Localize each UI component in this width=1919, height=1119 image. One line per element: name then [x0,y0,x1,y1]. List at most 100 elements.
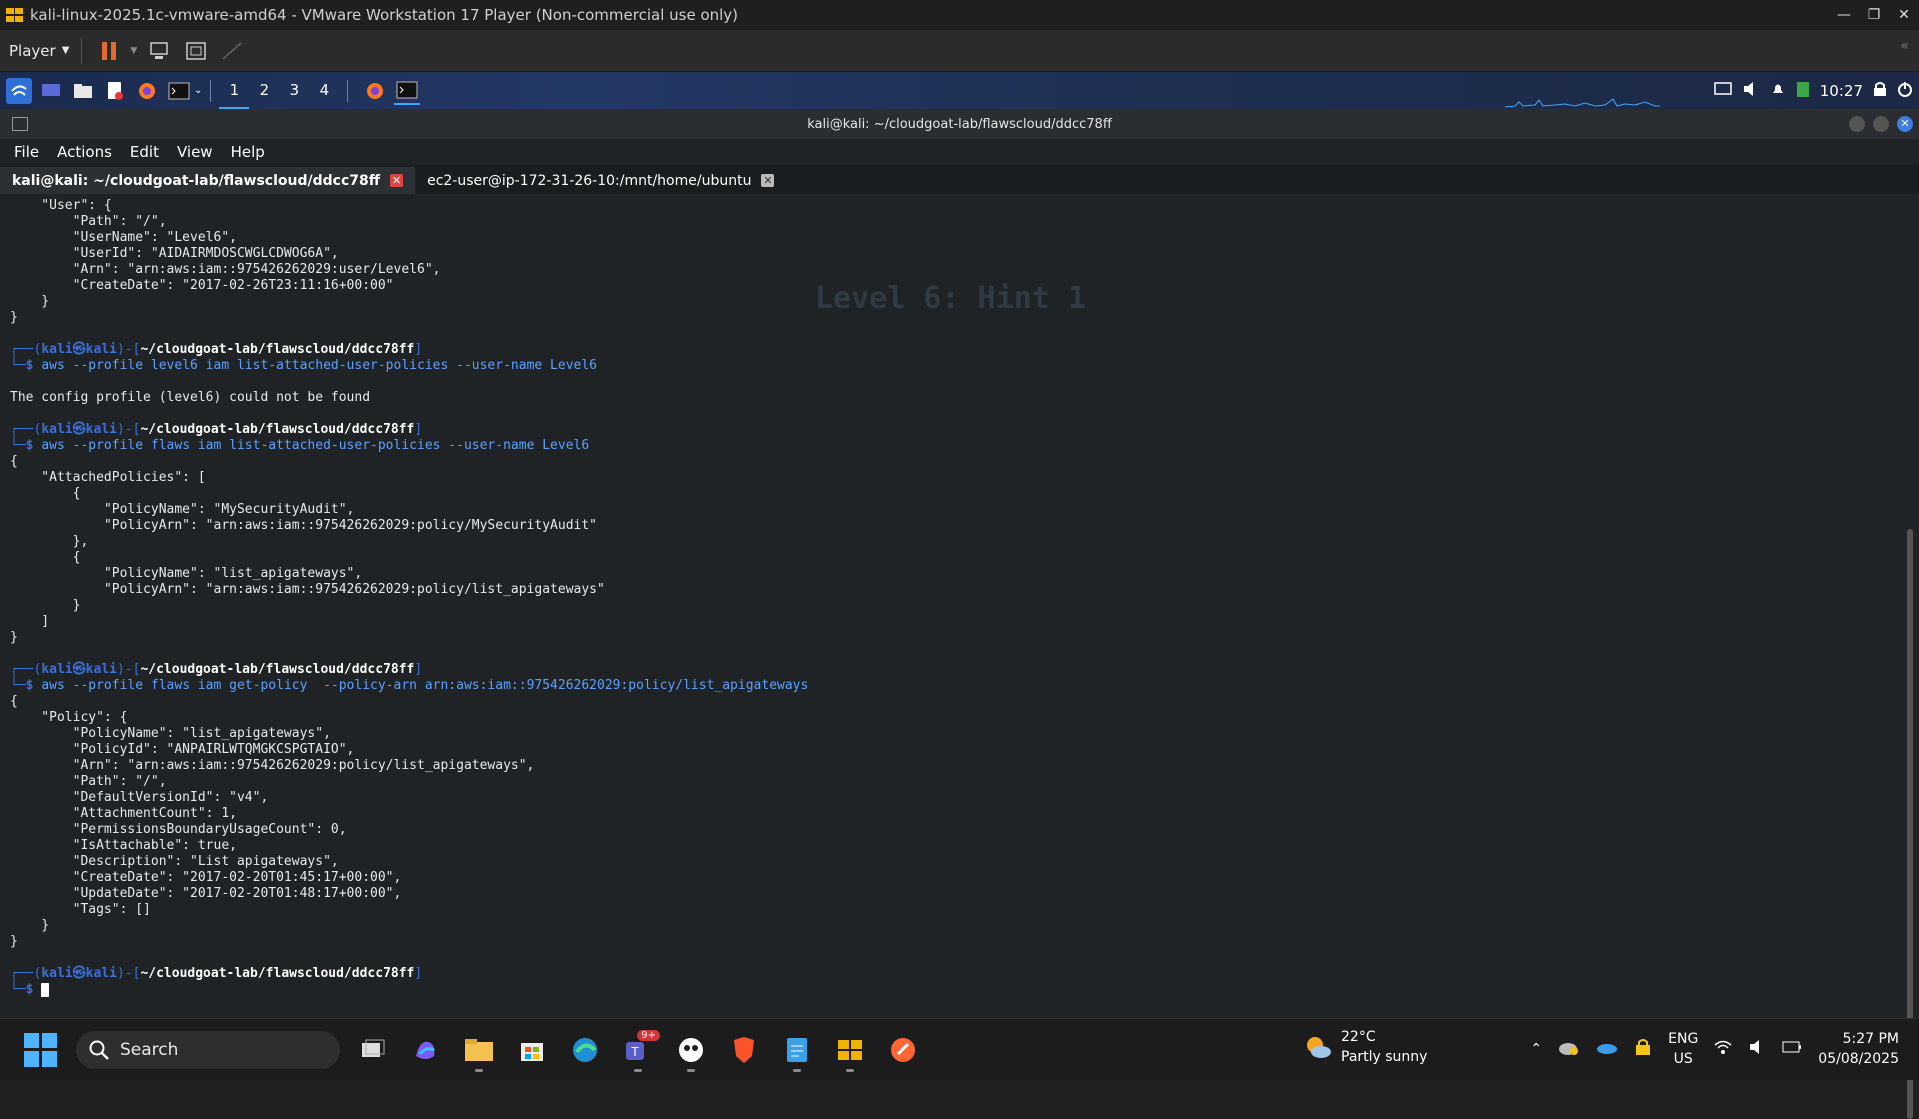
close-button[interactable]: ✕ [1889,0,1919,30]
output-line: "AttachmentCount": 1, [10,806,237,821]
taskbar-clock[interactable]: 5:27 PM 05/08/2025 [1818,1029,1899,1069]
tab-label: ec2-user@ip-172-31-26-10:/mnt/home/ubunt… [427,172,752,189]
close-button[interactable]: ✕ [1897,116,1913,132]
workspace-2[interactable]: 2 [249,72,279,109]
text-editor-icon[interactable] [102,78,128,104]
menu-help[interactable]: Help [231,143,265,161]
terminal-icon[interactable] [166,78,192,104]
player-label: Player [9,41,56,60]
output-line: } [10,934,18,949]
display-icon[interactable] [1714,81,1732,101]
kali-menu-icon[interactable] [6,77,32,104]
player-menu-button[interactable]: Player ▼ [9,42,69,60]
output-line: "Path": "/", [10,214,167,229]
start-button[interactable] [24,1032,58,1067]
close-tab-icon[interactable]: ✕ [390,174,404,187]
terminal-window-icon[interactable] [394,77,421,105]
workspace-3[interactable]: 3 [279,72,309,109]
notepad-icon[interactable] [777,1030,817,1072]
firefox-icon[interactable] [134,78,160,104]
weather-temp: 22°C [1341,1029,1376,1045]
prompt: ┌──(kali㉿kali)-[~/cloudgoat-lab/flawsclo… [10,966,423,981]
chevron-down-icon[interactable]: ⌄ [194,85,202,96]
panel-clock[interactable]: 10:27 [1820,82,1863,100]
output-line: "AttachedPolicies": [ [10,470,206,485]
notification-icon[interactable] [1770,81,1786,101]
chevron-down-icon[interactable]: ▼ [130,46,137,56]
collapse-toolbar-icon[interactable]: « [1900,38,1909,54]
terminal-app-icon [12,117,28,131]
microsoft-store-icon[interactable] [512,1030,552,1070]
unity-icon[interactable] [217,36,247,66]
output-line: "IsAttachable": true, [10,838,237,853]
output-line: { [10,454,18,469]
output-line: "PermissionsBoundaryUsageCount": 0, [10,822,347,837]
tab-kali[interactable]: kali@kali: ~/cloudgoat-lab/flawscloud/dd… [0,167,416,194]
command-line: aws --profile flaws iam get-policy --pol… [41,678,809,693]
weather-widget[interactable]: 22°C Partly sunny [1303,1027,1427,1067]
chevron-up-icon[interactable]: ⌃ [1530,1041,1542,1057]
prompt: ┌──(kali㉿kali)-[~/cloudgoat-lab/flawsclo… [10,662,423,677]
copilot-icon[interactable] [406,1030,446,1070]
fullscreen-icon[interactable] [181,36,211,66]
tab-bar: kali@kali: ~/cloudgoat-lab/flawscloud/dd… [0,165,1919,194]
chevron-down-icon: ▼ [61,45,70,56]
output-line: "UserName": "Level6", [10,230,237,245]
send-ctrl-alt-del-icon[interactable] [145,36,175,66]
pause-icon[interactable] [94,36,124,66]
menu-file[interactable]: File [14,143,39,161]
search-box[interactable]: Search [76,1030,340,1069]
file-manager-icon[interactable] [70,78,96,104]
cpu-graph [1505,98,1660,108]
desktop-icon[interactable] [38,78,64,104]
vmware-toolbar: Player ▼ ▼ « [0,30,1919,72]
command-line: aws --profile flaws iam list-attached-us… [41,438,590,453]
weather-desc: Partly sunny [1341,1049,1428,1065]
output-line: "Description": "List apigateways", [10,854,339,869]
output-line: "UserId": "AIDAIRMDOSCWGLCDWOG6A", [10,246,339,261]
security-icon[interactable] [1634,1038,1652,1060]
output-line: { [10,550,81,565]
prompt: ┌──(kali㉿kali)-[~/cloudgoat-lab/flawsclo… [10,422,423,437]
battery-icon[interactable] [1782,1040,1802,1058]
output-line: "Policy": { [10,710,128,725]
terminal-output[interactable]: "User": { "Path": "/", "UserName": "Leve… [10,198,1890,1018]
onedrive-icon[interactable] [1596,1039,1618,1059]
output-line: "PolicyName": "list_apigateways", [10,726,331,741]
file-explorer-icon[interactable] [459,1030,499,1072]
minimize-button[interactable] [1849,116,1865,132]
menu-actions[interactable]: Actions [57,143,112,161]
maximize-button[interactable] [1873,116,1889,132]
output-line: "PolicyArn": "arn:aws:iam::975426262029:… [10,518,597,533]
terminal-title-bar: kali@kali: ~/cloudgoat-lab/flawscloud/dd… [0,109,1919,139]
brave-icon[interactable] [724,1030,764,1070]
output-line: "PolicyName": "MySecurityAudit", [10,502,355,517]
volume-icon[interactable] [1748,1039,1766,1059]
power-icon[interactable] [1897,81,1913,101]
output-line: ] [10,614,50,629]
firefox-window-icon[interactable] [362,78,388,104]
vmware-taskbar-icon[interactable] [830,1030,870,1072]
workspace-1[interactable]: 1 [219,72,250,109]
minimize-button[interactable]: — [1829,0,1859,30]
workspace-4[interactable]: 4 [309,72,339,109]
close-tab-icon[interactable]: ✕ [761,174,775,187]
search-placeholder: Search [120,1039,179,1060]
vmware-title-bar: kali-linux-2025.1c-vmware-amd64 - VMware… [0,0,1919,30]
lang-code: ENG [1668,1030,1699,1047]
lock-icon[interactable] [1873,81,1887,101]
terminal-window: kali@kali: ~/cloudgoat-lab/flawscloud/dd… [0,109,1919,1119]
burp-suite-icon[interactable] [883,1030,923,1070]
language-indicator[interactable]: ENG US [1668,1029,1698,1069]
menu-edit[interactable]: Edit [130,143,159,161]
menu-view[interactable]: View [177,143,213,161]
maximize-button[interactable]: ❐ [1859,0,1889,30]
task-view-icon[interactable] [353,1030,393,1070]
onedrive-warning-icon[interactable] [1558,1038,1580,1060]
hackthebox-icon[interactable] [671,1030,711,1072]
edge-icon[interactable] [565,1030,605,1070]
volume-icon[interactable] [1742,81,1760,101]
tab-ec2[interactable]: ec2-user@ip-172-31-26-10:/mnt/home/ubunt… [415,167,786,194]
wifi-icon[interactable] [1714,1039,1732,1059]
teams-icon[interactable]: T 9+ [618,1029,660,1072]
